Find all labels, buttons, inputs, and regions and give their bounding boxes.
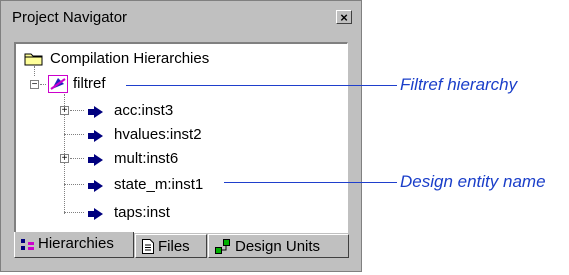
callout-line-filtref	[126, 85, 397, 86]
expand-toggle[interactable]: +	[60, 154, 69, 164]
entity-arrow-icon	[88, 179, 104, 196]
hierarchy-icon	[21, 238, 35, 255]
entity-arrow-icon	[88, 105, 104, 122]
collapse-toggle[interactable]: −	[30, 80, 39, 90]
tab-design-units[interactable]: Design Units	[208, 234, 349, 258]
callout-design-entity-name: Design entity name	[400, 172, 546, 191]
window-title: Project Navigator	[12, 9, 128, 26]
project-navigator-window: Project Navigator × Compilation Hierarch…	[0, 0, 362, 272]
tree-connector	[34, 66, 35, 76]
tab-label: Hierarchies	[38, 235, 114, 252]
tree-connector	[70, 158, 84, 159]
callout-filtref-hierarchy: Filtref hierarchy	[400, 75, 518, 94]
tree-connector	[70, 110, 84, 111]
close-button[interactable]: ×	[336, 10, 352, 24]
entity-arrow-icon	[88, 207, 104, 224]
tree-item-label: hvalues:inst2	[114, 126, 202, 143]
tree-connector	[64, 134, 84, 135]
tree-root-label: Compilation Hierarchies	[50, 50, 210, 67]
tab-hierarchies[interactable]: Hierarchies	[14, 232, 134, 258]
tree-item-label: mult:inst6	[114, 150, 179, 167]
tree-item-label: taps:inst	[114, 204, 170, 221]
tree-item-label: acc:inst3	[114, 102, 174, 119]
file-icon	[142, 239, 154, 258]
design-units-icon	[215, 239, 231, 258]
expand-toggle[interactable]: +	[60, 106, 69, 116]
tree-item-label: state_m:inst1	[114, 176, 204, 193]
tree-connector	[64, 212, 84, 213]
entity-arrow-icon	[88, 129, 104, 146]
tab-label: Design Units	[235, 238, 321, 255]
tab-files[interactable]: Files	[135, 234, 207, 258]
top-entity-icon	[48, 75, 68, 97]
callout-line-design-entity	[224, 182, 397, 183]
tab-label: Files	[158, 238, 190, 255]
tree-connector	[40, 84, 46, 85]
hierarchy-tree: Compilation Hierarchies − filtref + acc:…	[14, 42, 348, 233]
tree-connector	[64, 184, 84, 185]
tree-item-label: filtref	[73, 75, 106, 92]
entity-arrow-icon	[88, 153, 104, 170]
title-bar[interactable]: Project Navigator ×	[4, 4, 358, 30]
